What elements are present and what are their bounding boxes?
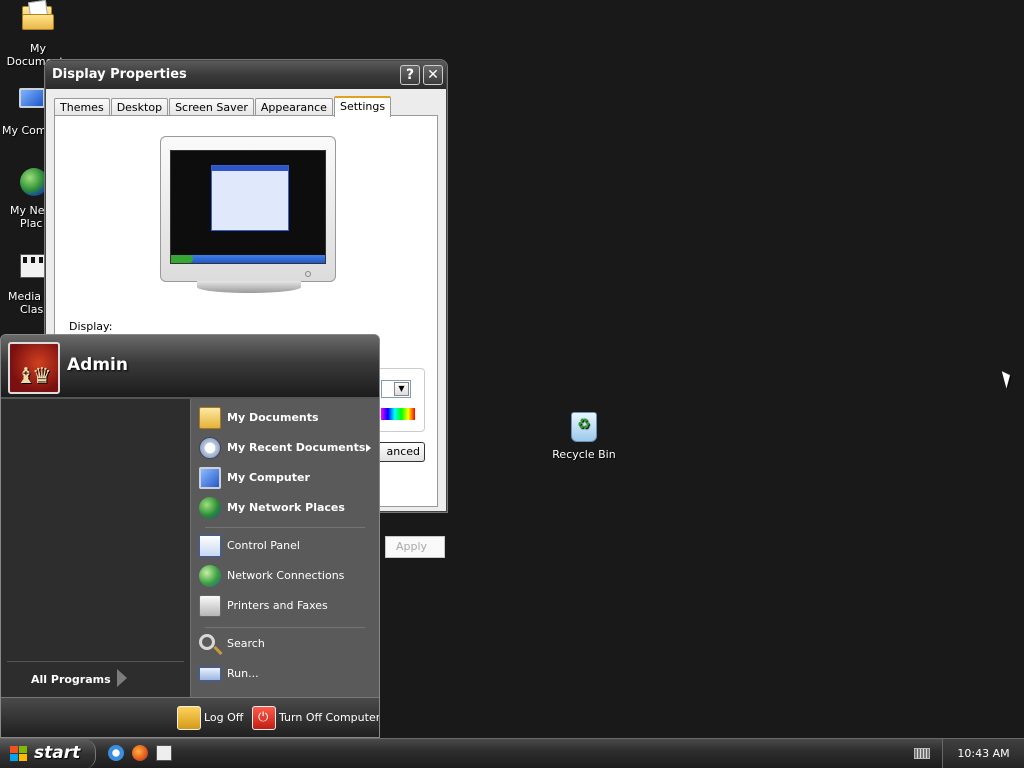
color-quality-select[interactable]: ▼ — [381, 380, 411, 398]
menu-item-label: My Computer — [227, 471, 310, 484]
color-spectrum-bar — [381, 408, 415, 420]
apply-button[interactable]: Apply — [385, 536, 445, 558]
arrow-right-icon — [117, 669, 127, 687]
turn-off-computer-button[interactable]: Turn Off Computer — [252, 706, 380, 730]
network-places-icon — [199, 497, 221, 519]
menu-item-printers-and-faxes[interactable]: Printers and Faxes — [199, 593, 377, 619]
window-titlebar[interactable]: Display Properties ? ✕ — [46, 61, 446, 89]
menu-item-control-panel[interactable]: Control Panel — [199, 533, 377, 559]
recycle-bin-icon — [568, 412, 600, 444]
username: Admin — [67, 355, 128, 375]
places-pane: My Documents My Recent Documents My Comp… — [190, 399, 379, 697]
system-tray: 10:43 AM — [942, 739, 1024, 768]
firefox-icon[interactable] — [132, 745, 148, 761]
start-button[interactable]: start — [0, 739, 96, 768]
menu-item-my-recent-documents[interactable]: My Recent Documents — [199, 435, 377, 461]
taskbar: start 10:43 AM — [0, 738, 1024, 768]
desktop-icon-my-documents[interactable]: My Documents — [0, 2, 76, 68]
menu-item-label: Search — [227, 637, 265, 650]
clock[interactable]: 10:43 AM — [943, 747, 1024, 760]
run-icon — [199, 667, 221, 681]
media-player-classic-icon[interactable] — [156, 745, 172, 761]
pinned-programs-pane: All Programs — [1, 399, 190, 697]
preview-taskbar — [171, 255, 325, 263]
all-programs-button[interactable]: All Programs — [31, 673, 111, 686]
submenu-arrow-icon — [366, 444, 371, 452]
start-menu-header: ♝ ♛ Admin — [1, 335, 379, 399]
my-computer-icon — [16, 88, 48, 120]
search-icon — [199, 634, 215, 650]
user-avatar[interactable]: ♝ ♛ — [8, 342, 60, 394]
log-off-button[interactable]: Log Off — [177, 706, 243, 730]
close-button[interactable]: ✕ — [423, 65, 443, 85]
preview-window — [211, 165, 289, 231]
start-menu-footer: Log Off Turn Off Computer — [1, 697, 380, 737]
tab-strip: Themes Desktop Screen Saver Appearance S… — [54, 96, 392, 117]
menu-item-my-computer[interactable]: My Computer — [199, 465, 377, 491]
my-documents-icon — [199, 407, 221, 429]
my-documents-icon — [22, 6, 54, 38]
preview-start-button — [171, 255, 193, 263]
menu-item-network-connections[interactable]: Network Connections — [199, 563, 377, 589]
desktop-icon-label: Recycle Bin — [552, 448, 616, 461]
menu-item-label: My Network Places — [227, 501, 345, 514]
menu-item-label: Printers and Faxes — [227, 599, 328, 612]
menu-item-search[interactable]: Search — [199, 631, 377, 657]
menu-item-my-documents[interactable]: My Documents — [199, 405, 377, 431]
menu-item-label: Control Panel — [227, 539, 300, 552]
printers-faxes-icon — [199, 595, 221, 617]
windows-logo-icon — [10, 746, 28, 762]
desktop-icon-recycle-bin[interactable]: Recycle Bin — [546, 412, 622, 461]
mouse-cursor-icon — [1001, 369, 1014, 389]
start-label: start — [34, 743, 81, 763]
divider — [205, 627, 365, 628]
advanced-button[interactable]: anced — [375, 442, 425, 462]
power-icon — [252, 706, 276, 730]
network-connections-icon — [199, 565, 221, 587]
tab-settings[interactable]: Settings — [333, 96, 392, 117]
help-button[interactable]: ? — [400, 65, 420, 85]
control-panel-icon — [199, 535, 221, 557]
display-label: Display: — [69, 320, 113, 333]
monitor-stand — [197, 281, 301, 293]
turn-off-label: Turn Off Computer — [279, 711, 380, 724]
monitor-power-led — [305, 271, 311, 277]
divider — [205, 527, 365, 528]
divider — [7, 661, 184, 662]
color-quality-group — [373, 368, 425, 432]
monitor-preview-screen — [170, 150, 326, 264]
menu-item-label: My Documents — [227, 411, 319, 424]
monitor-preview — [160, 136, 336, 293]
chevron-down-icon[interactable]: ▼ — [394, 382, 409, 396]
menu-item-label: Run... — [227, 667, 259, 680]
menu-item-label: My Recent Documents — [227, 441, 366, 454]
key-icon — [177, 706, 201, 730]
log-off-label: Log Off — [204, 711, 244, 724]
menu-item-run[interactable]: Run... — [199, 661, 377, 687]
menu-item-my-network-places[interactable]: My Network Places — [199, 495, 377, 521]
keyboard-icon[interactable] — [914, 748, 930, 759]
recent-documents-icon — [199, 437, 221, 459]
window-title: Display Properties — [52, 67, 187, 82]
start-menu: ♝ ♛ Admin All Programs My Documents My R… — [0, 334, 380, 738]
my-computer-icon — [199, 467, 221, 489]
menu-item-label: Network Connections — [227, 569, 345, 582]
internet-explorer-icon[interactable] — [108, 745, 124, 761]
